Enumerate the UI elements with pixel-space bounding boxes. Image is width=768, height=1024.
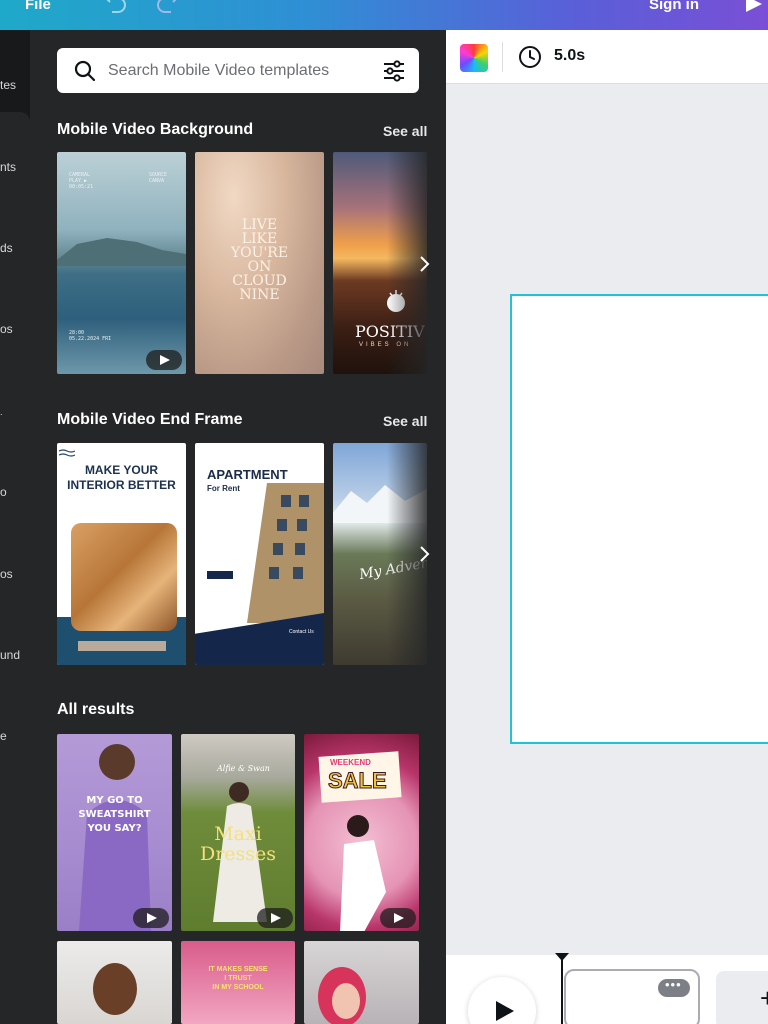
thumb-text: LIVE LIKE YOU'RE ON CLOUD NINE (230, 217, 289, 303)
search-icon (74, 60, 96, 82)
rail-item-more[interactable]: e (0, 729, 7, 743)
thumb-text: MAKE YOUR INTERIOR BETTER (67, 463, 176, 492)
top-bar: File Sign in (0, 0, 768, 30)
file-menu-button[interactable]: File (25, 0, 51, 13)
thumb-text: SOURCE CANVA (149, 172, 168, 184)
template-thumb-red-hair[interactable] (304, 941, 419, 1024)
timeline-play-button[interactable] (468, 977, 536, 1024)
thumb-text: APARTMENT (207, 467, 288, 482)
interior-photo (71, 523, 177, 631)
thumb-text: IT MAKES SENSE I TRUST IN MY SCHOOL (208, 966, 268, 991)
template-thumb-interior[interactable]: MAKE YOUR INTERIOR BETTER (57, 443, 186, 665)
thumb-text: MY GO TO SWEATSHIRT YOU SAY? (78, 795, 151, 834)
template-thumb-clouds[interactable]: LIVE LIKE YOU'RE ON CLOUD NINE (195, 152, 324, 374)
template-thumb-apartment[interactable]: APARTMENT For Rent Contact Us (195, 443, 324, 665)
see-all-background-button[interactable]: See all (383, 123, 427, 139)
add-page-button[interactable] (716, 971, 768, 1024)
video-play-badge (133, 908, 169, 928)
rail-item-background[interactable]: und (0, 648, 20, 662)
rail-item-photos[interactable]: os (0, 322, 13, 336)
section-title-all-results: All results (57, 701, 135, 718)
template-thumb-ocean[interactable]: CAMERAL PLAY ▶ 00:05:21 SOURCE CANVA 28:… (57, 152, 186, 374)
toolbar-divider (502, 42, 503, 72)
thumb-text: Maxi Dresses (199, 823, 277, 865)
thumb-text: WEEKEND (330, 758, 371, 767)
color-picker-button[interactable] (460, 44, 488, 72)
rail-item-templates[interactable]: tes (0, 78, 16, 92)
template-thumb-weekend-sale[interactable]: WEEKEND SALE (304, 734, 419, 931)
chevron-right-icon[interactable] (412, 542, 436, 566)
see-all-end-frame-button[interactable]: See all (383, 413, 427, 429)
side-rail: tes nts ds os . o os und e (0, 30, 30, 1024)
thumb-text: 28:00 05.22.2024 FRI (69, 330, 112, 342)
design-page[interactable] (510, 294, 768, 744)
section-title-background: Mobile Video Background (57, 121, 254, 138)
rail-item-video[interactable]: o (0, 485, 7, 499)
editor-canvas-area: 5.0s (446, 30, 768, 1024)
undo-icon[interactable] (104, 0, 128, 14)
clock-icon[interactable] (518, 45, 542, 69)
rail-item-brands[interactable]: ds (0, 241, 13, 255)
playhead[interactable] (555, 953, 569, 1024)
thumb-text: CAMERAL PLAY ▶ 00:05:21 (69, 172, 94, 190)
timeline (446, 953, 768, 1024)
rail-item-logos[interactable]: os (0, 567, 13, 581)
chevron-right-icon[interactable] (412, 252, 436, 276)
timeline-clip[interactable] (564, 969, 700, 1024)
video-play-badge (146, 350, 182, 370)
rail-item-elements[interactable]: nts (0, 160, 16, 174)
video-play-badge (257, 908, 293, 928)
sign-in-button[interactable]: Sign in (649, 0, 699, 13)
editor-toolbar: 5.0s (446, 30, 768, 84)
section-title-end-frame: Mobile Video End Frame (57, 411, 243, 428)
search-input[interactable]: Search Mobile Video templates (57, 48, 419, 93)
thumb-text: For Rent (207, 484, 240, 493)
filter-icon[interactable] (382, 59, 406, 83)
video-play-badge (380, 908, 416, 928)
template-thumb-maxi-dresses[interactable]: Alfie & Swan Maxi Dresses (181, 734, 295, 931)
thumb-text: Contact Us (289, 629, 314, 635)
clip-more-options-button[interactable] (658, 977, 690, 997)
template-thumb-portrait[interactable] (57, 941, 172, 1024)
template-thumb-school[interactable]: IT MAKES SENSE I TRUST IN MY SCHOOL (181, 941, 295, 1024)
template-thumb-sweatshirt[interactable]: MY GO TO SWEATSHIRT YOU SAY? (57, 734, 172, 931)
present-play-icon[interactable] (744, 0, 764, 12)
templates-panel: Search Mobile Video templates Mobile Vid… (30, 30, 446, 1024)
thumb-text: Alfie & Swan (217, 764, 270, 773)
search-placeholder: Search Mobile Video templates (108, 62, 330, 79)
rail-item-text[interactable]: . (0, 407, 3, 417)
duration-label[interactable]: 5.0s (554, 47, 585, 65)
thumb-text: SALE (328, 768, 388, 794)
redo-icon[interactable] (155, 0, 179, 14)
